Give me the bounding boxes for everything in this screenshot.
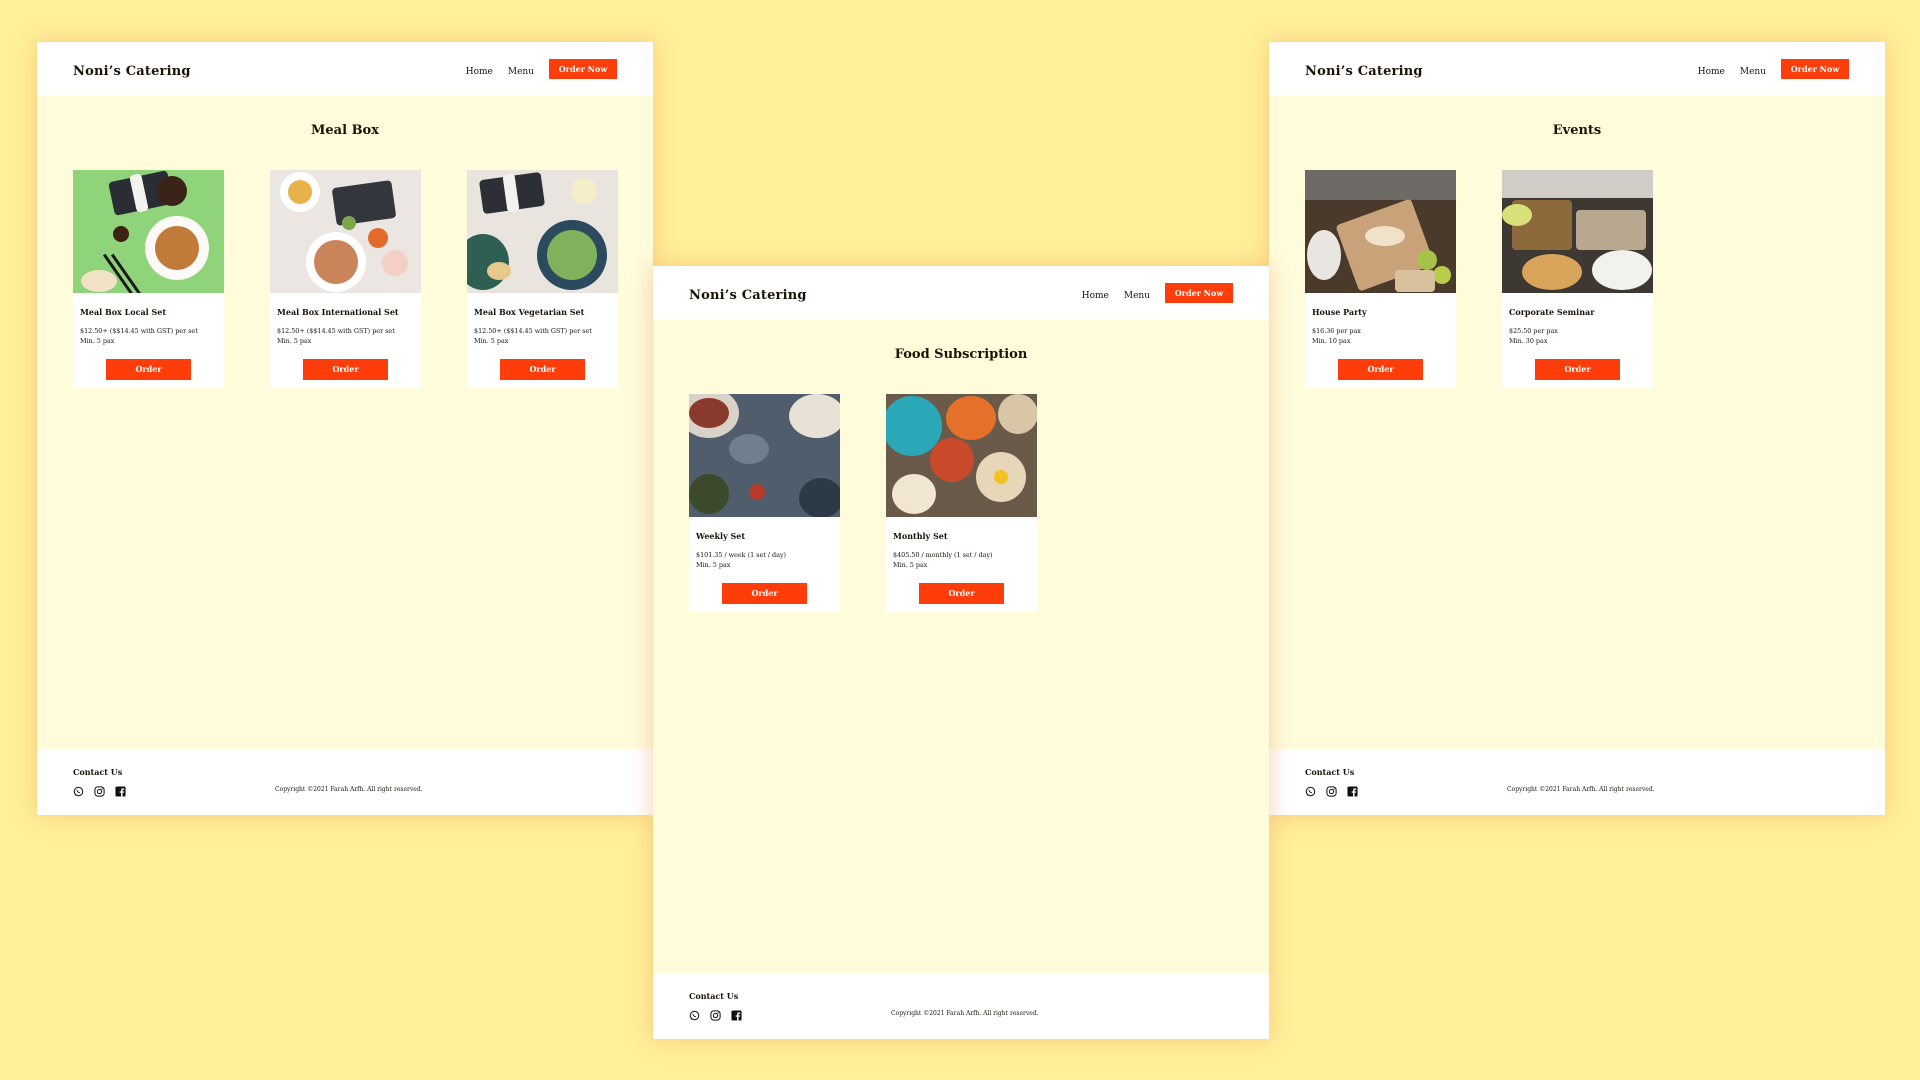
main-nav: Home Menu Order Now bbox=[466, 59, 617, 79]
food-subscription-page: Noni’s Catering Home Menu Order Now Food… bbox=[653, 266, 1269, 1039]
instagram-icon[interactable] bbox=[94, 782, 105, 797]
product-card: Meal Box International Set $12.50+ ($$14… bbox=[270, 170, 421, 388]
product-card: Meal Box Local Set $12.50+ ($$14.45 with… bbox=[73, 170, 224, 388]
product-price: $12.50+ ($$14.45 with GST) per set bbox=[474, 327, 592, 335]
product-card: Monthly Set $405.50 / monthly (1 set / d… bbox=[886, 394, 1037, 612]
main-nav: Home Menu Order Now bbox=[1082, 283, 1233, 303]
site-footer: Contact Us Copyright ©2021 Farah Arfh. A… bbox=[653, 973, 1269, 1039]
product-name: Meal Box Local Set bbox=[80, 307, 167, 317]
site-header: Noni’s Catering Home Menu Order Now bbox=[37, 42, 653, 96]
order-button[interactable]: Order bbox=[722, 583, 807, 604]
whatsapp-icon[interactable] bbox=[1305, 782, 1316, 797]
social-links bbox=[73, 782, 136, 797]
site-header: Noni’s Catering Home Menu Order Now bbox=[653, 266, 1269, 320]
facebook-icon[interactable] bbox=[115, 782, 126, 797]
contact-heading: Contact Us bbox=[689, 991, 739, 1001]
social-links bbox=[1305, 782, 1368, 797]
product-min-pax: Min. 5 pax bbox=[893, 561, 928, 569]
contact-heading: Contact Us bbox=[1305, 767, 1355, 777]
product-min-pax: Min. 5 pax bbox=[696, 561, 731, 569]
product-card: Weekly Set $101.35 / week (1 set / day) … bbox=[689, 394, 840, 612]
order-button[interactable]: Order bbox=[1338, 359, 1423, 380]
order-now-button[interactable]: Order Now bbox=[1781, 59, 1849, 79]
card-list: Weekly Set $101.35 / week (1 set / day) … bbox=[689, 394, 1083, 612]
product-image bbox=[73, 170, 224, 293]
order-button[interactable]: Order bbox=[1535, 359, 1620, 380]
whatsapp-icon[interactable] bbox=[73, 782, 84, 797]
order-button[interactable]: Order bbox=[500, 359, 585, 380]
contact-heading: Contact Us bbox=[73, 767, 123, 777]
product-price: $101.35 / week (1 set / day) bbox=[696, 551, 787, 559]
facebook-icon[interactable] bbox=[731, 1006, 742, 1021]
product-image bbox=[689, 394, 840, 517]
product-price: $12.50+ ($$14.45 with GST) per set bbox=[80, 327, 198, 335]
brand-logo[interactable]: Noni’s Catering bbox=[689, 288, 807, 303]
page-title: Meal Box bbox=[311, 123, 379, 138]
main-nav: Home Menu Order Now bbox=[1698, 59, 1849, 79]
product-name: House Party bbox=[1312, 307, 1367, 317]
product-name: Meal Box Vegetarian Set bbox=[474, 307, 585, 317]
product-image bbox=[886, 394, 1037, 517]
card-list: Meal Box Local Set $12.50+ ($$14.45 with… bbox=[73, 170, 653, 388]
meal-box-page: Noni’s Catering Home Menu Order Now Meal… bbox=[37, 42, 653, 815]
order-button[interactable]: Order bbox=[919, 583, 1004, 604]
instagram-icon[interactable] bbox=[1326, 782, 1337, 797]
product-name: Corporate Seminar bbox=[1509, 307, 1595, 317]
order-button[interactable]: Order bbox=[303, 359, 388, 380]
product-min-pax: Min. 5 pax bbox=[80, 337, 115, 345]
product-price: $12.50+ ($$14.45 with GST) per set bbox=[277, 327, 395, 335]
product-price: $405.50 / monthly (1 set / day) bbox=[893, 551, 993, 559]
instagram-icon[interactable] bbox=[710, 1006, 721, 1021]
brand-logo[interactable]: Noni’s Catering bbox=[73, 64, 191, 79]
nav-menu[interactable]: Menu bbox=[1124, 291, 1150, 301]
product-name: Weekly Set bbox=[696, 531, 746, 541]
events-page: Noni’s Catering Home Menu Order Now Even… bbox=[1269, 42, 1885, 815]
nav-home[interactable]: Home bbox=[1082, 291, 1109, 301]
nav-menu[interactable]: Menu bbox=[1740, 67, 1766, 77]
product-card: House Party $16.36 per pax Min. 10 pax O… bbox=[1305, 170, 1456, 388]
product-min-pax: Min. 5 pax bbox=[474, 337, 509, 345]
copyright-text: Copyright ©2021 Farah Arfh. All right re… bbox=[1507, 786, 1655, 793]
product-image bbox=[270, 170, 421, 293]
nav-menu[interactable]: Menu bbox=[508, 67, 534, 77]
product-name: Monthly Set bbox=[893, 531, 948, 541]
site-footer: Contact Us Copyright ©2021 Farah Arfh. A… bbox=[37, 749, 653, 815]
copyright-text: Copyright ©2021 Farah Arfh. All right re… bbox=[275, 786, 423, 793]
product-name: Meal Box International Set bbox=[277, 307, 399, 317]
product-price: $16.36 per pax bbox=[1312, 327, 1361, 335]
page-title: Events bbox=[1552, 123, 1602, 138]
card-list: House Party $16.36 per pax Min. 10 pax O… bbox=[1305, 170, 1699, 388]
order-now-button[interactable]: Order Now bbox=[1165, 283, 1233, 303]
order-now-button[interactable]: Order Now bbox=[549, 59, 617, 79]
product-min-pax: Min. 10 pax bbox=[1312, 337, 1351, 345]
product-image bbox=[1502, 170, 1653, 293]
facebook-icon[interactable] bbox=[1347, 782, 1358, 797]
nav-home[interactable]: Home bbox=[1698, 67, 1725, 77]
product-price: $25.50 per pax bbox=[1509, 327, 1558, 335]
copyright-text: Copyright ©2021 Farah Arfh. All right re… bbox=[891, 1010, 1039, 1017]
product-card: Corporate Seminar $25.50 per pax Min. 30… bbox=[1502, 170, 1653, 388]
whatsapp-icon[interactable] bbox=[689, 1006, 700, 1021]
product-image bbox=[1305, 170, 1456, 293]
social-links bbox=[689, 1006, 752, 1021]
product-image bbox=[467, 170, 618, 293]
nav-home[interactable]: Home bbox=[466, 67, 493, 77]
order-button[interactable]: Order bbox=[106, 359, 191, 380]
product-min-pax: Min. 30 pax bbox=[1509, 337, 1548, 345]
product-min-pax: Min. 5 pax bbox=[277, 337, 312, 345]
site-footer: Contact Us Copyright ©2021 Farah Arfh. A… bbox=[1269, 749, 1885, 815]
brand-logo[interactable]: Noni’s Catering bbox=[1305, 64, 1423, 79]
product-card: Meal Box Vegetarian Set $12.50+ ($$14.45… bbox=[467, 170, 618, 388]
page-title: Food Subscription bbox=[894, 347, 1028, 362]
site-header: Noni’s Catering Home Menu Order Now bbox=[1269, 42, 1885, 96]
